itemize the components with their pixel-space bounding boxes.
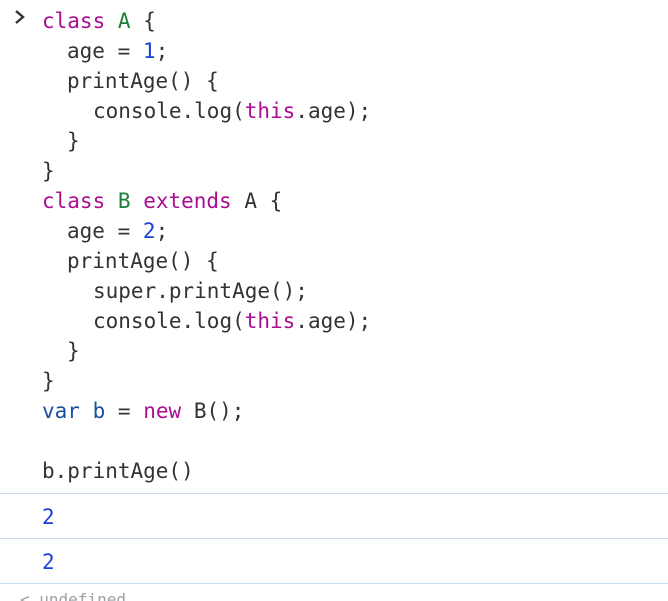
code-line: console.log(this.age);	[42, 96, 662, 126]
code-line: class A {	[42, 6, 662, 36]
class-name: A	[117, 9, 131, 33]
devtools-console: class A { age = 1; printAge() { console.…	[0, 0, 668, 601]
output-value: 2	[42, 550, 55, 574]
semicolon: ;	[155, 39, 169, 63]
super-call: super.printAge();	[93, 279, 308, 303]
keyword: class	[42, 189, 106, 213]
code-line: }	[42, 156, 662, 186]
method-name: printAge	[67, 69, 169, 93]
brace: {	[206, 249, 219, 273]
code-line: b.printAge()	[42, 456, 662, 486]
method-call: b.printAge()	[42, 459, 194, 483]
code-line: age = 2;	[42, 216, 662, 246]
code-line: class B extends A {	[42, 186, 662, 216]
class-name: B	[117, 189, 131, 213]
brace: {	[206, 69, 219, 93]
parent-class-name: A	[244, 189, 258, 213]
code-line: }	[42, 366, 662, 396]
number-literal: 1	[142, 39, 156, 63]
code-line: printAge() {	[42, 246, 662, 276]
code-line: var b = new B();	[42, 396, 662, 426]
console-output-row: 2	[0, 493, 668, 539]
property-name: age	[67, 219, 105, 243]
code-line: age = 1;	[42, 36, 662, 66]
brace: }	[42, 369, 55, 393]
code-rest: B();	[193, 399, 245, 423]
code-rest: .age);	[295, 309, 372, 333]
brace: }	[67, 339, 80, 363]
keyword: class	[42, 9, 106, 33]
parens: ()	[168, 69, 194, 93]
function-name: log	[194, 99, 233, 123]
chevron-right-icon	[12, 8, 32, 28]
code-line: console.log(this.age);	[42, 306, 662, 336]
operator: =	[117, 399, 131, 423]
output-value: 2	[42, 505, 55, 529]
paren-open: (	[232, 309, 245, 333]
keyword: var	[42, 399, 80, 423]
code-line: printAge() {	[42, 66, 662, 96]
console-input-code[interactable]: class A { age = 1; printAge() { console.…	[42, 6, 662, 486]
method-name: printAge	[67, 249, 169, 273]
return-value-text: < undefined	[20, 590, 126, 601]
brace: {	[143, 9, 156, 33]
paren-open: (	[232, 99, 245, 123]
object-name: console.	[93, 309, 195, 333]
keyword: this	[244, 309, 296, 333]
code-line: super.printAge();	[42, 276, 662, 306]
code-line: }	[42, 126, 662, 156]
property-name: age	[67, 39, 105, 63]
variable-name: b	[92, 399, 106, 423]
brace: }	[67, 129, 80, 153]
keyword: extends	[143, 189, 232, 213]
function-name: log	[194, 309, 233, 333]
parens: ()	[168, 249, 194, 273]
object-name: console.	[93, 99, 195, 123]
brace: }	[42, 159, 55, 183]
number-literal: 2	[142, 219, 156, 243]
semicolon: ;	[155, 219, 169, 243]
console-output-row: 2	[0, 538, 668, 584]
code-rest: .age);	[295, 99, 372, 123]
operator: =	[117, 219, 131, 243]
code-line: }	[42, 336, 662, 366]
operator: =	[117, 39, 131, 63]
keyword: new	[143, 399, 182, 423]
console-return-row: < undefined	[0, 583, 668, 601]
keyword: this	[244, 99, 296, 123]
brace: {	[269, 189, 283, 213]
